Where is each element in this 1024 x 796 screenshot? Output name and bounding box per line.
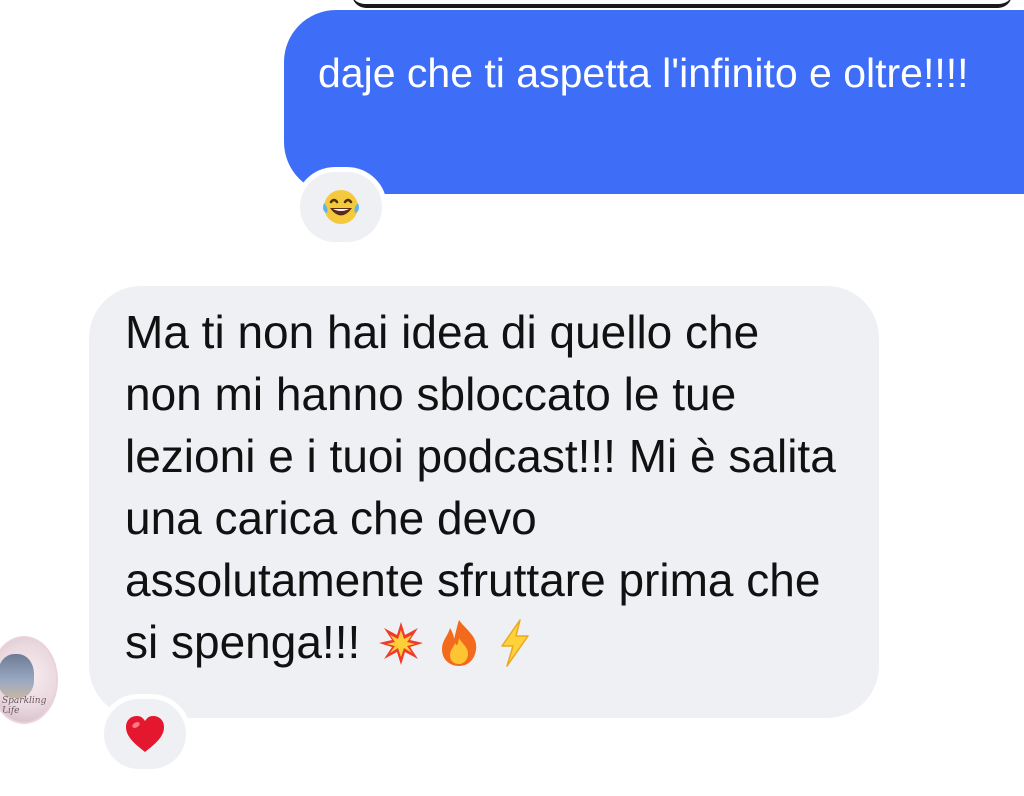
fire-emoji-icon [442, 620, 477, 666]
message-reaction[interactable] [104, 699, 186, 769]
message-emoji-row [378, 618, 534, 668]
incoming-message-bubble[interactable]: Ma ti non hai idea di quello che non mi … [89, 286, 879, 718]
laughing-tears-emoji-icon [323, 190, 359, 224]
red-heart-emoji-icon [126, 716, 164, 752]
outgoing-message-bubble[interactable]: daje che ti aspetta l'infinito e oltre!!… [284, 10, 1024, 194]
avatar-photo [0, 654, 34, 698]
lightning-emoji-icon [501, 619, 530, 667]
avatar-caption: Sparkling Life [2, 696, 47, 716]
message-reaction[interactable] [300, 172, 382, 242]
outgoing-message-text: daje che ti aspetta l'infinito e oltre!!… [318, 50, 969, 96]
previous-message-edge [352, 0, 1012, 8]
incoming-message-body: Ma ti non hai idea di quello che non mi … [125, 306, 836, 668]
incoming-message-text: Ma ti non hai idea di quello che non mi … [125, 301, 839, 673]
contact-avatar[interactable]: Sparkling Life [0, 636, 58, 724]
collision-emoji-icon [379, 622, 424, 665]
